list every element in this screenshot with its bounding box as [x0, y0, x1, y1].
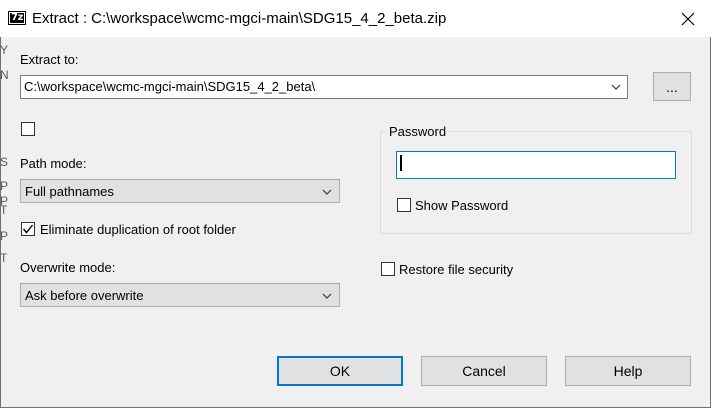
browse-button[interactable]: ... — [653, 72, 691, 101]
overwrite-mode-label: Overwrite mode: — [20, 260, 116, 275]
background-char: Y — [0, 43, 9, 57]
7zip-app-icon: 7z — [8, 11, 26, 25]
overwrite-mode-value: Ask before overwrite — [25, 288, 144, 303]
close-button[interactable] — [665, 0, 711, 37]
password-group-label: Password — [386, 124, 450, 139]
show-password-checkbox[interactable] — [397, 198, 411, 212]
chevron-down-icon — [322, 293, 332, 299]
restore-file-security-label[interactable]: Restore file security — [399, 262, 513, 277]
password-groupbox — [380, 131, 692, 234]
background-char: T — [0, 251, 8, 265]
overwrite-mode-dropdown[interactable]: Ask before overwrite — [20, 283, 340, 307]
extract-to-combobox[interactable]: C:\workspace\wcmc-mgci-main\SDG15_4_2_be… — [20, 75, 628, 99]
help-button[interactable]: Help — [565, 356, 691, 386]
title-bar[interactable]: 7z Extract : C:\workspace\wcmc-mgci-main… — [0, 0, 711, 37]
close-icon — [681, 12, 695, 25]
window-title: Extract : C:\workspace\wcmc-mgci-main\SD… — [32, 10, 447, 27]
path-mode-label: Path mode: — [20, 156, 87, 171]
text-caret — [400, 155, 402, 171]
ok-button[interactable]: OK — [277, 356, 403, 386]
restore-file-security-checkbox[interactable] — [381, 262, 395, 276]
chevron-down-icon — [322, 189, 332, 195]
unlabeled-checkbox[interactable] — [21, 122, 35, 136]
background-char: P — [0, 229, 9, 243]
path-mode-dropdown[interactable]: Full pathnames — [20, 179, 340, 203]
background-char: S — [0, 155, 9, 169]
eliminate-duplication-checkbox[interactable] — [21, 222, 35, 236]
background-char: P — [0, 179, 9, 193]
background-char: N — [0, 68, 9, 82]
checkmark-icon — [22, 224, 34, 234]
show-password-label[interactable]: Show Password — [415, 198, 508, 213]
background-char: T — [0, 203, 8, 217]
extract-to-label: Extract to: — [20, 52, 79, 67]
extract-to-value: C:\workspace\wcmc-mgci-main\SDG15_4_2_be… — [24, 79, 316, 94]
chevron-down-icon[interactable] — [611, 83, 621, 91]
path-mode-value: Full pathnames — [25, 184, 114, 199]
password-input[interactable] — [396, 151, 676, 179]
background-window-edge: Y N S P P T P T — [0, 37, 9, 406]
cancel-button[interactable]: Cancel — [421, 356, 547, 386]
eliminate-duplication-label[interactable]: Eliminate duplication of root folder — [40, 222, 236, 237]
